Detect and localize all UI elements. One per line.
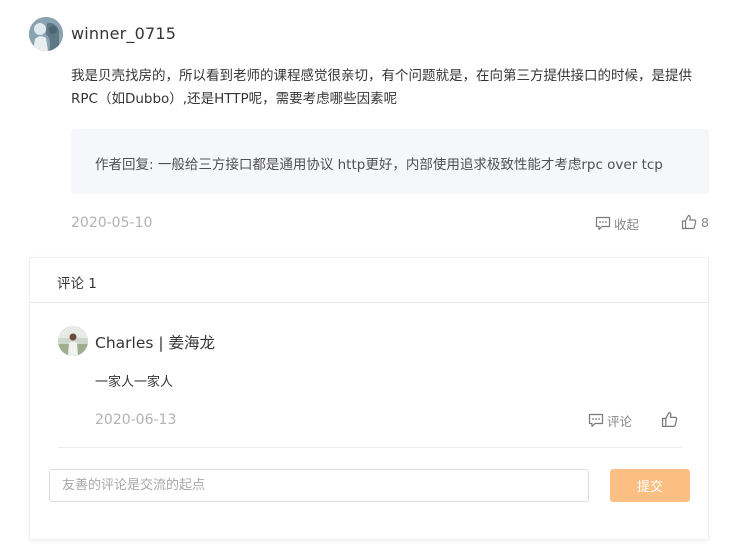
sub-comment-reply-button[interactable]: 评论 (588, 411, 632, 430)
thumbs-up-icon (681, 214, 697, 230)
sub-comment-date: 2020-06-13 (95, 412, 177, 428)
user-avatar[interactable] (29, 17, 63, 51)
thumbs-up-icon (661, 411, 678, 428)
sub-comment-username[interactable]: Charles | 姜海龙 (95, 331, 215, 353)
comment-text: 我是贝壳找房的，所以看到老师的课程感觉很亲切，有个问题就是，在向第三方提供接口的… (71, 68, 692, 107)
comments-count-title: 评论 1 (57, 276, 97, 292)
comment-input[interactable] (49, 469, 589, 502)
username[interactable]: winner_0715 (71, 24, 176, 43)
sub-comment-like-button[interactable] (661, 411, 678, 428)
comments-panel-header: 评论 1 (30, 258, 708, 303)
comment-date: 2020-05-10 (71, 215, 153, 231)
sub-comment-reply-label: 评论 (607, 414, 633, 429)
comment-bubble-icon (595, 216, 611, 231)
author-reply-text: 作者回复: 一般给三方接口都是通用协议 http更好，内部使用追求极致性能才考虑… (95, 157, 663, 173)
divider (58, 447, 682, 448)
sub-comment-text: 一家人一家人 (95, 375, 174, 390)
comments-panel: 评论 1 Charles | 姜海龙 一家人一家人 2020-06-13 评论 (29, 257, 709, 540)
collapse-button[interactable]: 收起 (595, 214, 639, 233)
submit-button[interactable]: 提交 (610, 469, 690, 502)
like-button[interactable]: 8 (681, 214, 709, 230)
comment-bubble-icon (588, 413, 604, 428)
like-count: 8 (701, 214, 709, 230)
author-reply-box: 作者回复: 一般给三方接口都是通用协议 http更好，内部使用追求极致性能才考虑… (71, 129, 709, 194)
sub-comment-avatar[interactable] (58, 326, 88, 356)
collapse-label: 收起 (614, 217, 640, 232)
